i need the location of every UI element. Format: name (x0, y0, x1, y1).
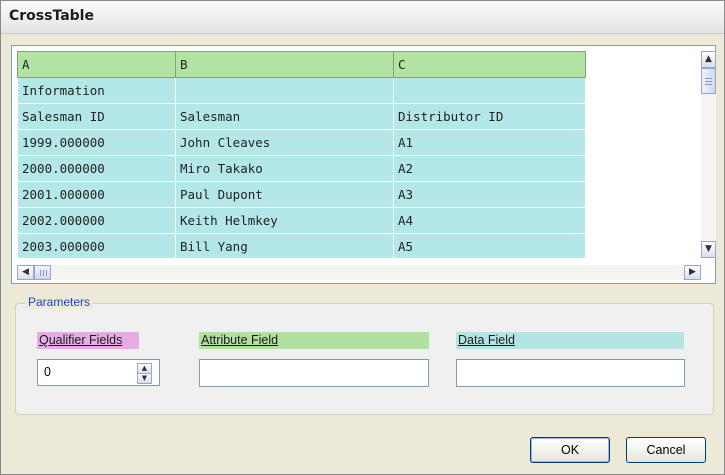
data-grid-viewport: A B C Information Salesman ID Salesman D… (17, 51, 597, 258)
grid-cell[interactable]: 2003.000000 (17, 233, 176, 258)
attribute-field-label: Attribute Field (199, 332, 429, 349)
table-row: 2001.000000 Paul Dupont A3 (17, 181, 586, 208)
scroll-left-button[interactable]: ◀ (17, 265, 34, 280)
grid-cell[interactable]: Bill Yang (175, 233, 394, 258)
grid-cell[interactable]: Salesman (175, 103, 394, 130)
data-grid: A B C Information Salesman ID Salesman D… (17, 51, 586, 258)
title-bar[interactable]: CrossTable (1, 1, 724, 34)
grid-cell[interactable]: A5 (393, 233, 586, 258)
grid-cell[interactable]: Information (17, 77, 176, 104)
scroll-down-button[interactable]: ▼ (701, 241, 716, 258)
grid-cell[interactable]: A2 (393, 155, 586, 182)
attribute-field-label-text: Attribute Field (201, 333, 279, 347)
grid-header-row: A B C (17, 51, 586, 78)
vertical-scrollbar[interactable]: ▲ ▼ (701, 51, 716, 258)
grip-line (46, 270, 47, 276)
arrow-up-icon: ▲ (141, 364, 148, 372)
arrow-left-icon: ◀ (22, 267, 29, 277)
arrow-up-icon: ▲ (705, 54, 712, 64)
grip-line (43, 270, 44, 276)
table-row: 2000.000000 Miro Takako A2 (17, 155, 586, 182)
column-header-c[interactable]: C (393, 51, 586, 78)
grip-line (705, 78, 712, 79)
qualifier-fields-value[interactable]: 0 (44, 365, 51, 379)
table-row: 1999.000000 John Cleaves A1 (17, 129, 586, 156)
table-row: 2003.000000 Bill Yang A5 (17, 233, 586, 258)
grid-cell[interactable]: Miro Takako (175, 155, 394, 182)
attribute-field-input[interactable] (199, 359, 429, 387)
grid-cell[interactable]: 1999.000000 (17, 129, 176, 156)
data-field-label: Data Field (456, 332, 684, 349)
qualifier-fields-label: Qualifier Fields (37, 332, 139, 349)
grid-cell[interactable]: 2002.000000 (17, 207, 176, 234)
qualifier-fields-stepper[interactable]: 0 ▲ ▼ (37, 359, 160, 386)
cancel-button[interactable]: Cancel (626, 437, 706, 463)
table-row: Information (17, 77, 586, 104)
horizontal-scrollbar[interactable]: ◀ ▶ (17, 265, 701, 280)
grid-cell[interactable] (175, 77, 394, 104)
arrow-down-icon: ▼ (705, 244, 712, 254)
grid-cell[interactable]: Keith Helmkey (175, 207, 394, 234)
grid-cell[interactable]: John Cleaves (175, 129, 394, 156)
stepper-down-button[interactable]: ▼ (137, 373, 152, 384)
table-row: Salesman ID Salesman Distributor ID (17, 103, 586, 130)
window-title: CrossTable (9, 8, 94, 24)
arrow-right-icon: ▶ (689, 267, 696, 277)
grid-cell[interactable]: A3 (393, 181, 586, 208)
vertical-scroll-thumb[interactable] (701, 68, 716, 94)
data-field-label-text: Data Field (458, 333, 515, 347)
arrow-down-icon: ▼ (141, 374, 148, 382)
data-field-input[interactable] (456, 359, 685, 387)
grid-cell[interactable]: Salesman ID (17, 103, 176, 130)
grip-line (705, 81, 712, 82)
grid-cell[interactable]: A1 (393, 129, 586, 156)
horizontal-scroll-thumb[interactable] (34, 265, 51, 280)
data-grid-panel: A B C Information Salesman ID Salesman D… (11, 45, 716, 284)
grid-cell[interactable]: A4 (393, 207, 586, 234)
table-row: 2002.000000 Keith Helmkey A4 (17, 207, 586, 234)
grid-cell[interactable]: 2000.000000 (17, 155, 176, 182)
ok-button[interactable]: OK (530, 437, 610, 463)
scroll-up-button[interactable]: ▲ (701, 51, 716, 68)
grip-line (705, 84, 712, 85)
grid-cell[interactable]: 2001.000000 (17, 181, 176, 208)
grid-cell[interactable] (393, 77, 586, 104)
grid-cell[interactable]: Paul Dupont (175, 181, 394, 208)
parameters-legend: Parameters (25, 295, 94, 309)
column-header-b[interactable]: B (175, 51, 394, 78)
grip-line (40, 270, 41, 276)
qualifier-fields-label-text: Qualifier Fields (39, 333, 123, 347)
crosstable-dialog: CrossTable A B C Information Salesman ID… (0, 0, 725, 475)
column-header-a[interactable]: A (17, 51, 176, 78)
scroll-right-button[interactable]: ▶ (684, 265, 701, 280)
grid-cell[interactable]: Distributor ID (393, 103, 586, 130)
